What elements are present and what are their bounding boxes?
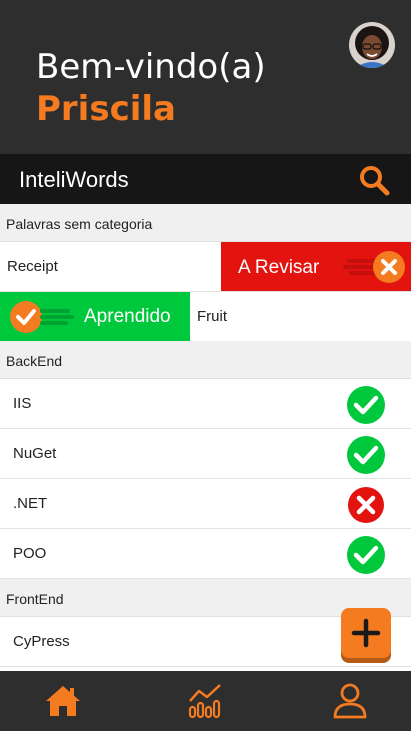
section-header-backend: BackEnd [0, 341, 411, 379]
list-item-fruit[interactable]: Aprendido Fruit [0, 292, 411, 342]
learned-check-icon [347, 536, 385, 574]
plus-icon [351, 618, 381, 648]
avatar-photo-icon [349, 22, 395, 68]
section-title: FrontEnd [6, 591, 64, 607]
close-icon[interactable] [372, 250, 406, 284]
word-label: Receipt [7, 258, 58, 275]
welcome-header: Bem-vindo(a) Priscila [0, 0, 411, 154]
word-label: NuGet [13, 445, 57, 462]
add-word-button[interactable] [341, 608, 391, 658]
swipe-lines-icon [40, 309, 74, 325]
learned-action-label: Aprendido [84, 306, 171, 327]
learned-swipe-action[interactable]: Aprendido [0, 292, 190, 341]
chart-icon [188, 684, 221, 719]
learned-check-icon [347, 386, 385, 424]
avatar[interactable] [349, 22, 395, 68]
search-icon [360, 166, 390, 196]
review-action-label: A Revisar [238, 257, 320, 278]
nav-home[interactable] [43, 681, 83, 721]
list-item-nuget[interactable]: NuGet [0, 429, 411, 479]
bottom-nav [0, 671, 411, 731]
section-header-uncategorized: Palavras sem categoria [0, 204, 411, 242]
nav-statistics[interactable] [186, 681, 226, 721]
profile-icon [333, 683, 367, 719]
list-item-receipt[interactable]: Receipt A Revisar [0, 242, 411, 292]
home-icon [46, 686, 80, 716]
nav-profile[interactable] [330, 681, 370, 721]
word-label: Fruit [197, 308, 227, 325]
section-title: BackEnd [6, 353, 63, 369]
search-button[interactable] [356, 162, 392, 198]
list-item-iis[interactable]: IIS [0, 379, 411, 429]
app-bar: InteliWords [0, 154, 411, 204]
word-label: CyPress [13, 633, 70, 650]
review-swipe-action[interactable]: A Revisar [221, 242, 411, 291]
section-title: Palavras sem categoria [6, 216, 153, 232]
review-x-icon [348, 487, 384, 523]
app-title: InteliWords [19, 167, 129, 192]
list-item-dotnet[interactable]: .NET [0, 479, 411, 529]
word-list[interactable]: Palavras sem categoria Receipt A Revisar [0, 204, 411, 672]
word-label: IIS [13, 395, 32, 412]
learned-check-icon [347, 436, 385, 474]
list-item-poo[interactable]: POO [0, 529, 411, 579]
welcome-text: Bem-vindo(a) [36, 47, 266, 87]
username-text: Priscila [36, 89, 176, 129]
word-label: POO [13, 545, 47, 562]
word-label: .NET [13, 495, 48, 512]
